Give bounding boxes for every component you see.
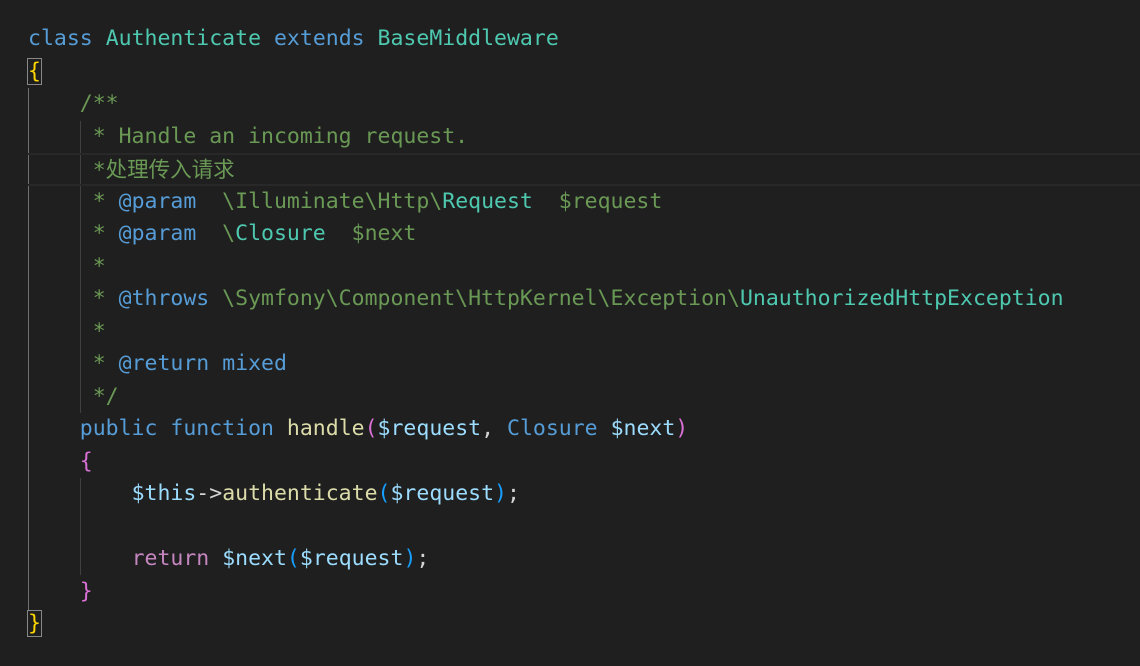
- method-brace-close: }: [79, 579, 93, 604]
- param-request: $request: [377, 416, 482, 441]
- keyword-extends: extends: [273, 26, 365, 51]
- doc-variable: $next: [325, 221, 417, 246]
- code-line[interactable]: {: [27, 56, 42, 89]
- docblock-close: */: [79, 384, 119, 409]
- doc-variable: $request: [532, 189, 663, 214]
- code-line[interactable]: *: [28, 316, 106, 349]
- param-comma: ,: [481, 416, 507, 441]
- code-editor[interactable]: class Authenticate extends BaseMiddlewar…: [0, 0, 1140, 666]
- doc-type: UnauthorizedHttpException: [739, 286, 1064, 311]
- callee-next: $next: [222, 546, 287, 571]
- doc-namespace: \Illuminate\Http\: [196, 189, 443, 214]
- parent-class-name: BaseMiddleware: [377, 26, 559, 51]
- keyword-function: function: [170, 416, 274, 441]
- code-line[interactable]: public function handle($request, Closure…: [28, 413, 688, 446]
- call-paren-open: (: [377, 481, 391, 506]
- docblock-star: *: [79, 286, 119, 311]
- semicolon: ;: [416, 546, 430, 571]
- code-line[interactable]: }: [28, 576, 93, 609]
- code-line[interactable]: $this->authenticate($request);: [28, 478, 520, 511]
- doc-tag-throws: @throws: [118, 286, 210, 311]
- docblock-description-zh: *处理传入请求: [79, 158, 235, 183]
- param-paren-close: ): [675, 416, 689, 441]
- doc-tag-param: @param: [118, 221, 197, 246]
- doc-return-type: mixed: [222, 351, 287, 376]
- call-arg-request: $request: [390, 481, 495, 506]
- call-arg-request: $request: [299, 546, 404, 571]
- function-name: handle: [286, 416, 365, 441]
- this-variable: $this: [131, 481, 197, 506]
- param-type-closure: Closure: [507, 416, 598, 441]
- code-line[interactable]: /**: [28, 88, 119, 121]
- code-line[interactable]: * @return mixed: [28, 348, 287, 381]
- code-line[interactable]: */: [28, 381, 119, 414]
- class-name: Authenticate: [105, 26, 262, 51]
- docblock-star: *: [79, 351, 119, 376]
- code-line[interactable]: return $next($request);: [28, 543, 430, 576]
- code-line-current[interactable]: *处理传入请求: [28, 153, 1140, 186]
- doc-namespace: \Symfony\Component\HttpKernel\Exception\: [209, 286, 740, 311]
- call-paren-close: ): [403, 546, 417, 571]
- call-paren-close: ): [494, 481, 507, 506]
- code-line[interactable]: * @param \Closure $next: [28, 218, 417, 251]
- code-line[interactable]: * Handle an incoming request.: [28, 121, 468, 154]
- keyword-class: class: [28, 26, 93, 51]
- code-line[interactable]: * @param \Illuminate\Http\Request $reque…: [28, 186, 663, 219]
- method-call-authenticate: authenticate: [222, 481, 378, 506]
- class-brace-close: }: [27, 610, 42, 637]
- code-line[interactable]: *: [28, 251, 106, 284]
- method-brace-open: {: [79, 449, 93, 474]
- doc-tag-return: @return: [118, 351, 210, 376]
- class-brace-open: {: [27, 58, 42, 85]
- code-line[interactable]: }: [27, 608, 42, 641]
- code-line[interactable]: * @throws \Symfony\Component\HttpKernel\…: [28, 283, 1064, 316]
- semicolon: ;: [507, 481, 520, 506]
- code-line[interactable]: {: [28, 446, 93, 479]
- doc-type: Request: [442, 189, 533, 214]
- keyword-public: public: [79, 416, 158, 441]
- arrow-operator: ->: [196, 481, 223, 506]
- docblock-description: * Handle an incoming request.: [79, 124, 469, 149]
- doc-type: Closure: [235, 221, 326, 246]
- code-line[interactable]: class Authenticate extends BaseMiddlewar…: [28, 23, 559, 56]
- call-paren-open: (: [286, 546, 300, 571]
- docblock-star: *: [79, 221, 119, 246]
- docblock-star: *: [79, 189, 119, 214]
- docblock-star: *: [79, 319, 106, 344]
- doc-tag-param: @param: [118, 189, 197, 214]
- docblock-open: /**: [79, 91, 119, 116]
- param-paren-open: (: [364, 416, 378, 441]
- docblock-star: *: [79, 254, 106, 279]
- param-next: $next: [610, 416, 676, 441]
- doc-namespace: \: [196, 221, 236, 246]
- keyword-return: return: [131, 546, 210, 571]
